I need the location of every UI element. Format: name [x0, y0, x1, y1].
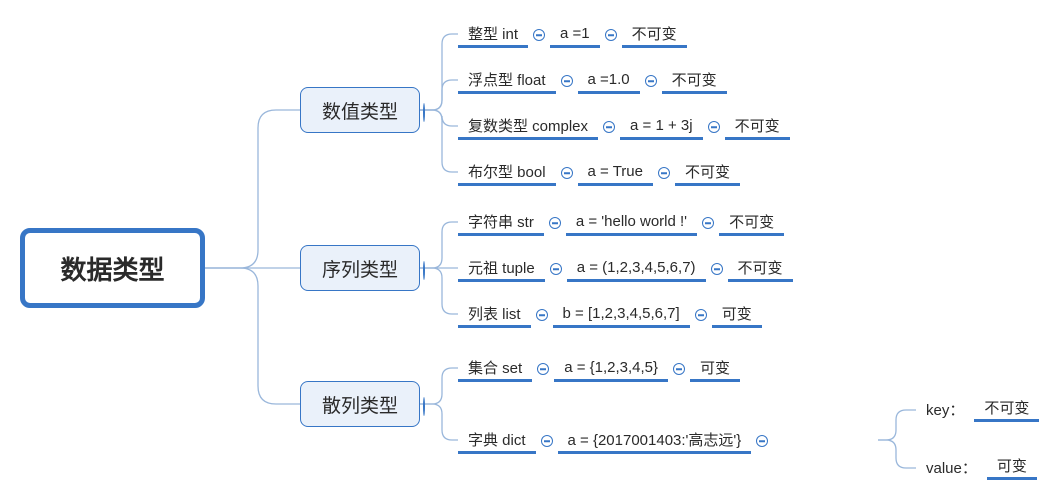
collapse-icon[interactable] [423, 262, 425, 280]
collapse-icon[interactable] [706, 263, 728, 275]
example-value: a = {2017001403:'高志远'} [558, 428, 752, 454]
collapse-icon[interactable] [556, 167, 578, 179]
leaf-row: 元祖 tuple a = (1,2,3,4,5,6,7) 不可变 [458, 254, 793, 284]
category-label: 序列类型 [322, 255, 398, 282]
type-label: 整型 int [458, 22, 528, 48]
category-label: 散列类型 [322, 391, 398, 418]
collapse-icon[interactable] [423, 104, 425, 122]
mutability-label: 不可变 [719, 210, 784, 236]
mutability-label: 可变 [712, 302, 762, 328]
collapse-icon[interactable] [703, 121, 725, 133]
example-value: a = (1,2,3,4,5,6,7) [567, 256, 706, 282]
collapse-icon[interactable] [528, 29, 550, 41]
dict-key-mutability: 不可变 [974, 396, 1039, 422]
example-value: a = 'hello world !' [566, 210, 697, 236]
example-value: a =1.0 [578, 68, 640, 94]
example-value: b = [1,2,3,4,5,6,7] [553, 302, 690, 328]
mutability-label: 不可变 [728, 256, 793, 282]
collapse-icon[interactable] [751, 435, 773, 447]
category-hash[interactable]: 散列类型 [300, 381, 420, 427]
type-label: 集合 set [458, 356, 532, 382]
collapse-icon[interactable] [653, 167, 675, 179]
dict-value-mutability: 可变 [987, 454, 1037, 480]
mutability-label: 可变 [690, 356, 740, 382]
leaf-row: 整型 int a =1 不可变 [458, 20, 687, 50]
dict-key-label: key： [916, 396, 974, 422]
type-label: 复数类型 complex [458, 114, 598, 140]
collapse-icon[interactable] [697, 217, 719, 229]
type-label: 浮点型 float [458, 68, 556, 94]
collapse-icon[interactable] [545, 263, 567, 275]
dict-value-row: value： 可变 [916, 454, 1037, 480]
root-title: 数据类型 [60, 250, 164, 287]
type-label: 元祖 tuple [458, 256, 545, 282]
category-label: 数值类型 [322, 97, 398, 124]
category-sequence[interactable]: 序列类型 [300, 245, 420, 291]
collapse-icon[interactable] [690, 309, 712, 321]
collapse-icon[interactable] [640, 75, 662, 87]
collapse-icon[interactable] [532, 363, 554, 375]
leaf-row: 列表 list b = [1,2,3,4,5,6,7] 可变 [458, 300, 762, 330]
mutability-label: 不可变 [622, 22, 687, 48]
example-value: a =1 [550, 22, 600, 48]
leaf-row: 布尔型 bool a = True 不可变 [458, 158, 740, 188]
type-label: 字符串 str [458, 210, 544, 236]
collapse-icon[interactable] [536, 435, 558, 447]
example-value: a = 1 + 3j [620, 114, 703, 140]
leaf-row: 复数类型 complex a = 1 + 3j 不可变 [458, 112, 790, 142]
root-node: 数据类型 [20, 228, 205, 308]
category-numeric[interactable]: 数值类型 [300, 87, 420, 133]
collapse-icon[interactable] [600, 29, 622, 41]
collapse-icon[interactable] [556, 75, 578, 87]
leaf-row: 字典 dict a = {2017001403:'高志远'} [458, 426, 773, 456]
mutability-label: 不可变 [662, 68, 727, 94]
type-label: 列表 list [458, 302, 531, 328]
type-label: 布尔型 bool [458, 160, 556, 186]
example-value: a = {1,2,3,4,5} [554, 356, 668, 382]
collapse-icon[interactable] [423, 398, 425, 416]
dict-key-row: key： 不可变 [916, 396, 1039, 422]
type-label: 字典 dict [458, 428, 536, 454]
leaf-row: 字符串 str a = 'hello world !' 不可变 [458, 208, 784, 238]
leaf-row: 集合 set a = {1,2,3,4,5} 可变 [458, 354, 740, 384]
mutability-label: 不可变 [725, 114, 790, 140]
collapse-icon[interactable] [598, 121, 620, 133]
collapse-icon[interactable] [668, 363, 690, 375]
mutability-label: 不可变 [675, 160, 740, 186]
example-value: a = True [578, 160, 653, 186]
dict-value-label: value： [916, 454, 987, 480]
leaf-row: 浮点型 float a =1.0 不可变 [458, 66, 727, 96]
collapse-icon[interactable] [544, 217, 566, 229]
collapse-icon[interactable] [531, 309, 553, 321]
